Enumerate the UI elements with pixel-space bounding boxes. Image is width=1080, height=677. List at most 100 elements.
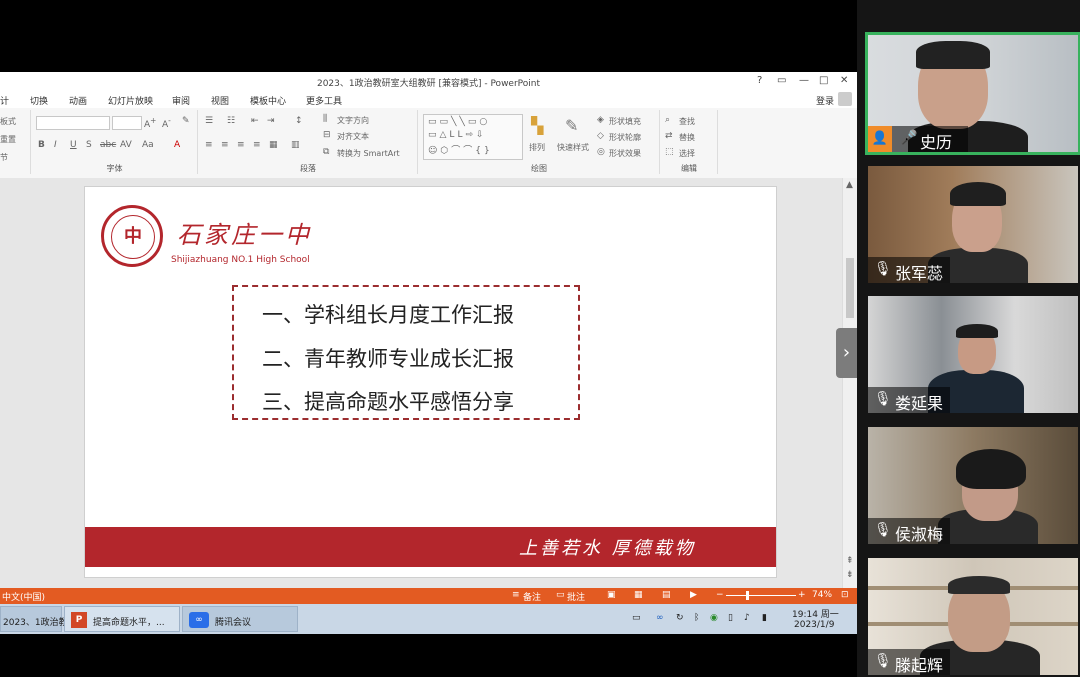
shrink-font-icon[interactable]: A- (162, 116, 171, 130)
user-avatar-icon[interactable] (838, 92, 852, 106)
shape-outline-button[interactable]: 形状轮廓 (609, 132, 641, 143)
security-icon[interactable]: ◉ (710, 613, 718, 623)
usb-icon[interactable]: ▯ (728, 613, 733, 623)
help-button[interactable]: ? (757, 75, 762, 86)
zoom-slider-thumb[interactable] (746, 591, 749, 600)
ribbon-display-button[interactable]: ▭ (777, 75, 786, 86)
tab-animations[interactable]: 动画 (69, 94, 87, 107)
zoom-out-icon[interactable]: − (716, 590, 724, 600)
clear-format-icon[interactable]: ✎ (182, 116, 190, 126)
tab-more-tools[interactable]: 更多工具 (306, 94, 342, 107)
participant-tile[interactable]: 🎙 侯淑梅 (868, 427, 1078, 544)
decrease-indent-icon[interactable]: ⇤ (251, 116, 259, 126)
zoom-in-icon[interactable]: + (798, 590, 806, 600)
tab-template-center[interactable]: 模板中心 (250, 94, 286, 107)
shapes-row-3-icon[interactable]: ☺⬡⌒⌒{} (428, 143, 493, 156)
quick-styles-icon[interactable]: ✎ (565, 116, 578, 135)
comments-button[interactable]: 批注 (567, 590, 585, 603)
network-icon[interactable]: ▮ (762, 613, 767, 623)
line-spacing-icon[interactable]: ↕ (295, 116, 303, 126)
char-spacing-icon[interactable]: AV (120, 140, 132, 150)
normal-view-icon[interactable]: ▣ (607, 590, 616, 600)
language-indicator[interactable]: 中文(中国) (2, 590, 45, 603)
numbering-icon[interactable]: ☷ (227, 116, 235, 126)
shape-fill-button[interactable]: 形状填充 (609, 116, 641, 127)
change-case-icon[interactable]: Aa (142, 140, 154, 150)
layout-button[interactable]: 板式 (0, 116, 16, 127)
text-direction-button[interactable]: 文字方向 (337, 115, 369, 126)
taskbar-item-ppt-doc[interactable]: 2023、1政治教研... (0, 606, 85, 632)
distributed-icon[interactable]: ▦ (269, 140, 278, 150)
shape-gallery[interactable]: ▭▭╲╲▭○ ▭△ᒪᒪ⇨⇩ ☺⬡⌒⌒{} (423, 114, 523, 160)
shapes-row-2-icon[interactable]: ▭△ᒪᒪ⇨⇩ (428, 130, 487, 140)
participant-tile[interactable]: 🎙 娄延果 (868, 296, 1078, 413)
bold-icon[interactable]: B (38, 140, 45, 150)
strikethrough-icon[interactable]: abc (100, 140, 116, 150)
font-size-select[interactable] (112, 116, 142, 130)
bullets-icon[interactable]: ☰ (205, 116, 213, 126)
font-name-select[interactable] (36, 116, 110, 130)
next-slide-icon[interactable]: ⇟ (846, 570, 854, 580)
align-text-icon[interactable]: ⊟ (323, 130, 331, 140)
align-right-icon[interactable]: ≡ (237, 140, 245, 150)
arrange-icon[interactable]: ▚ (531, 116, 543, 135)
tab-review[interactable]: 审阅 (172, 94, 190, 107)
align-left-icon[interactable]: ≡ (205, 140, 213, 150)
scroll-thumb[interactable] (846, 258, 854, 318)
comments-icon[interactable]: ▭ (556, 590, 565, 600)
arrange-button[interactable]: 排列 (529, 142, 545, 153)
smartart-button[interactable]: 转换为 SmartArt (337, 148, 400, 159)
fit-slide-icon[interactable]: ⊡ (841, 590, 849, 600)
align-text-button[interactable]: 对齐文本 (337, 131, 369, 142)
participant-tile[interactable]: 🎙 张军蕊 (868, 166, 1078, 283)
input-method-icon[interactable]: ▭ (632, 613, 641, 623)
text-direction-icon[interactable]: ⫼ (323, 114, 327, 124)
scroll-up-icon[interactable]: ▲ (846, 180, 853, 190)
shadow-icon[interactable]: S (86, 140, 92, 150)
collapse-sidebar-icon[interactable]: › (836, 328, 857, 378)
slideshow-icon[interactable]: ▶ (690, 590, 697, 600)
smartart-icon[interactable]: ⧉ (323, 147, 329, 157)
quick-styles-button[interactable]: 快速样式 (557, 142, 589, 153)
grow-font-icon[interactable]: A+ (144, 116, 156, 130)
columns-icon[interactable]: ▥ (291, 140, 300, 150)
align-center-icon[interactable]: ≡ (221, 140, 229, 150)
select-icon[interactable]: ⬚ (665, 147, 674, 157)
meeting-tray-icon[interactable]: ∞ (656, 613, 664, 623)
taskbar-item-ppt-slide[interactable]: P 提高命题水平，... (64, 606, 180, 632)
italic-icon[interactable]: I (54, 140, 57, 150)
font-color-icon[interactable]: A (174, 140, 180, 150)
notes-button[interactable]: 备注 (523, 590, 541, 603)
login-link[interactable]: 登录 (816, 94, 834, 107)
participant-tile[interactable]: 👤 🎤 史历 (865, 32, 1080, 155)
shape-outline-icon[interactable]: ◇ (597, 131, 604, 141)
increase-indent-icon[interactable]: ⇥ (267, 116, 275, 126)
volume-icon[interactable]: ♪ (744, 613, 750, 623)
sync-tray-icon[interactable]: ↻ (676, 613, 684, 623)
replace-icon[interactable]: ⇄ (665, 131, 673, 141)
current-slide[interactable]: 中 石家庄一中 Shijiazhuang NO.1 High School 一、… (84, 186, 777, 578)
zoom-slider[interactable] (726, 595, 796, 596)
underline-icon[interactable]: U (70, 140, 77, 150)
participant-tile[interactable]: 🎙 滕起辉 (868, 558, 1078, 675)
vertical-scrollbar[interactable]: ▲ ⇞ ⇟ (842, 178, 857, 588)
justify-icon[interactable]: ≡ (253, 140, 261, 150)
reading-view-icon[interactable]: ▤ (662, 590, 671, 600)
select-button[interactable]: 选择 (679, 148, 695, 159)
bluetooth-icon[interactable]: ᛒ (694, 613, 699, 623)
prev-slide-icon[interactable]: ⇞ (846, 556, 854, 566)
shape-effects-icon[interactable]: ◎ (597, 147, 605, 157)
tab-design[interactable]: 计 (0, 94, 9, 107)
shapes-row-1-icon[interactable]: ▭▭╲╲▭○ (428, 117, 490, 127)
minimize-button[interactable]: — (799, 75, 809, 86)
notes-icon[interactable]: ≡ (512, 590, 520, 600)
tab-transitions[interactable]: 切换 (30, 94, 48, 107)
section-button[interactable]: 节 (0, 152, 8, 163)
clock-date[interactable]: 2023/1/9 (794, 620, 834, 630)
tab-view[interactable]: 视图 (211, 94, 229, 107)
shape-effects-button[interactable]: 形状效果 (609, 148, 641, 159)
replace-button[interactable]: 替换 (679, 132, 695, 143)
maximize-button[interactable]: □ (819, 75, 828, 86)
slide-sorter-icon[interactable]: ▦ (634, 590, 643, 600)
find-button[interactable]: 查找 (679, 116, 695, 127)
